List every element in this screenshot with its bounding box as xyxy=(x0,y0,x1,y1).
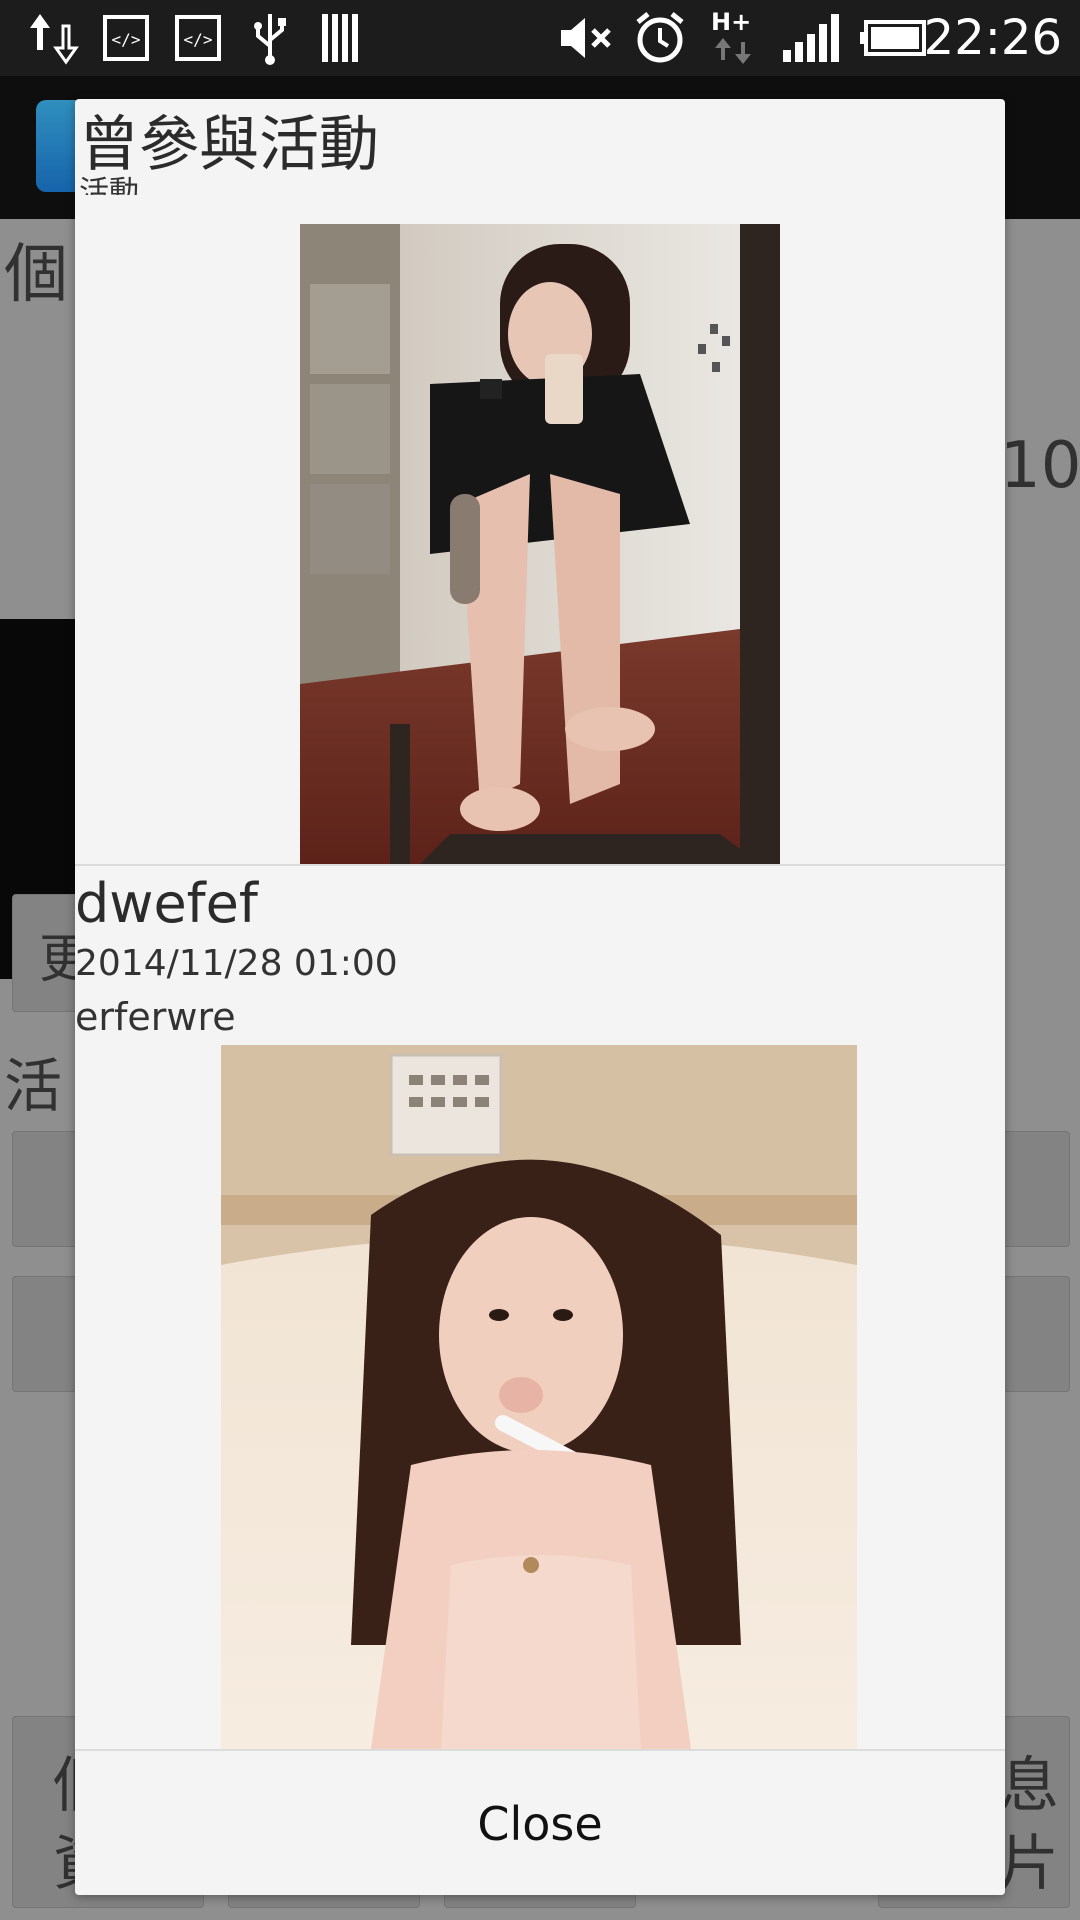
status-bar: </> </> H+ 22:26 xyxy=(0,0,1080,76)
close-button[interactable]: Close xyxy=(75,1751,1005,1895)
data-transfer-icon xyxy=(24,8,84,68)
event-datetime: 2014/11/28 01:00 xyxy=(75,943,398,984)
event-photo-image xyxy=(221,1045,857,1749)
usb-icon xyxy=(244,8,296,68)
code-icon: </> xyxy=(100,8,152,68)
event-photo[interactable] xyxy=(300,224,780,864)
code-icon: </> xyxy=(172,8,224,68)
event-description: erferwre xyxy=(75,995,236,1039)
event-photo[interactable] xyxy=(221,1045,857,1749)
dialog-scroll-area[interactable]: 曾參與活動 活動 dwefef 2014/11/28 01:00 erferwr… xyxy=(75,99,1005,1749)
event-photo-image xyxy=(300,224,780,864)
list-divider xyxy=(75,864,1005,866)
alarm-icon xyxy=(632,8,688,68)
mute-icon xyxy=(556,8,618,68)
storage-bars-icon xyxy=(318,8,366,68)
participated-events-dialog: 曾參與活動 活動 dwefef 2014/11/28 01:00 erferwr… xyxy=(75,99,1005,1895)
battery-icon xyxy=(858,8,928,68)
svg-text:</>: </> xyxy=(112,30,141,49)
svg-text:H+: H+ xyxy=(711,8,751,36)
event-title: dwefef xyxy=(75,872,258,935)
dialog-button-bar: Close xyxy=(75,1749,1005,1895)
dialog-subtitle: 活動 xyxy=(79,175,139,195)
dialog-title: 曾參與活動 xyxy=(79,110,379,180)
hplus-network-icon: H+ xyxy=(708,8,760,68)
signal-icon xyxy=(780,8,842,68)
clock: 22:26 xyxy=(923,10,1062,66)
svg-text:</>: </> xyxy=(184,30,213,49)
